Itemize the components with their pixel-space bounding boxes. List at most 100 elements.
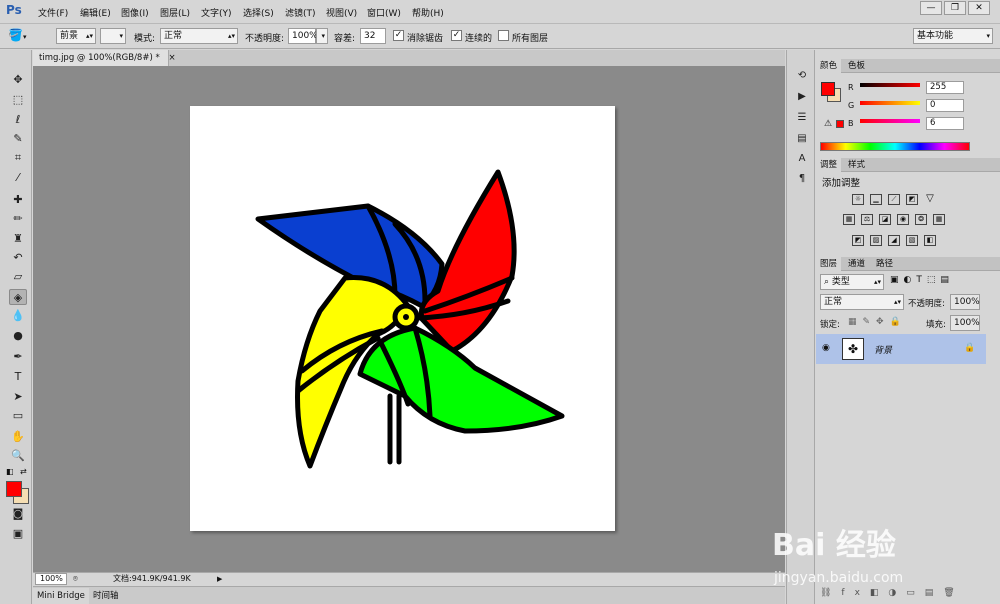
photo-filter-adjust-icon[interactable]: ◉ [897, 214, 909, 225]
pen-tool-icon[interactable]: ✒ [9, 349, 27, 365]
lasso-tool-icon[interactable]: ℓ [9, 112, 27, 128]
clone-stamp-tool-icon[interactable]: ♜ [9, 231, 27, 247]
marquee-tool-icon[interactable]: ⬚ [9, 92, 27, 108]
character-panel-icon[interactable]: A [794, 151, 810, 167]
tab-adjustments[interactable]: 调整 [816, 158, 842, 172]
menu-select[interactable]: 选择(S) [243, 6, 274, 19]
opacity-input[interactable]: 100% [288, 28, 318, 44]
channel-mixer-adjust-icon[interactable]: ❂ [915, 214, 927, 225]
crop-tool-icon[interactable]: ⌗ [9, 150, 27, 166]
restore-button[interactable]: ❐ [944, 1, 966, 15]
layer-filter-icons[interactable]: ▣◐T⬚▤ [890, 275, 954, 285]
hue-sat-adjust-icon[interactable]: ▦ [843, 214, 855, 225]
tab-paths[interactable]: 路径 [872, 257, 897, 271]
color-lookup-adjust-icon[interactable]: ▦ [933, 214, 945, 225]
menu-edit[interactable]: 编辑(E) [80, 6, 111, 19]
type-tool-icon[interactable]: T [9, 369, 27, 385]
menu-type[interactable]: 文字(Y) [201, 6, 232, 19]
blur-tool-icon[interactable]: 💧 [9, 308, 27, 324]
vibrance-adjust-icon[interactable]: ▽ [924, 194, 936, 205]
posterize-adjust-icon[interactable]: ▨ [870, 235, 882, 246]
status-menu-arrow-icon[interactable]: ▶ [217, 573, 222, 585]
dodge-tool-icon[interactable]: ● [9, 328, 27, 344]
brightness-adjust-icon[interactable]: ☼ [852, 194, 864, 205]
menu-image[interactable]: 图像(I) [121, 6, 149, 19]
close-button[interactable]: ✕ [968, 1, 990, 15]
tab-styles[interactable]: 样式 [844, 158, 869, 172]
antialias-checkbox[interactable]: ✓ [393, 30, 404, 41]
tab-channels[interactable]: 通道 [844, 257, 869, 271]
document-tab[interactable]: timg.jpg @ 100%(RGB/8#) * × [33, 50, 176, 66]
tolerance-input[interactable]: 32 [360, 28, 386, 44]
color-panel-foreground-swatch[interactable] [821, 82, 835, 96]
healing-brush-tool-icon[interactable]: ✚ [9, 192, 27, 208]
tab-color[interactable]: 颜色 [816, 59, 842, 73]
quick-mask-icon[interactable]: ◙ [9, 506, 27, 522]
actions-panel-icon[interactable]: ▶ [794, 89, 810, 105]
properties-panel-icon[interactable]: ☰ [794, 110, 810, 126]
workspace-select[interactable]: 基本功能 ▾ [913, 28, 993, 44]
levels-adjust-icon[interactable]: ▁ [870, 194, 882, 205]
shape-tool-icon[interactable]: ▭ [9, 408, 27, 424]
blue-slider[interactable] [860, 119, 920, 123]
red-slider[interactable] [860, 83, 920, 87]
paint-bucket-preset-icon[interactable]: 🪣▾ [8, 28, 38, 45]
threshold-adjust-icon[interactable]: ◢ [888, 235, 900, 246]
menu-view[interactable]: 视图(V) [326, 6, 357, 19]
fill-input[interactable]: 100% [950, 315, 980, 331]
green-value-input[interactable]: 0 [926, 99, 964, 112]
layer-opacity-input[interactable]: 100% [950, 294, 980, 310]
tab-mini-bridge[interactable]: Mini Bridge [33, 588, 89, 604]
tab-timeline[interactable]: 时间轴 [89, 588, 123, 604]
all-layers-checkbox[interactable] [498, 30, 509, 41]
hand-tool-icon[interactable]: ✋ [9, 429, 27, 445]
red-value-input[interactable]: 255 [926, 81, 964, 94]
lock-icons[interactable]: ▦✎✥🔒 [848, 317, 907, 327]
invert-adjust-icon[interactable]: ◩ [852, 235, 864, 246]
menu-filter[interactable]: 滤镜(T) [285, 6, 316, 19]
move-tool-icon[interactable]: ✥ [9, 72, 27, 88]
gamut-swatch[interactable] [836, 120, 844, 128]
quick-select-tool-icon[interactable]: ✎ [9, 131, 27, 147]
warning-icon[interactable]: ⚠ [824, 119, 832, 129]
layer-filter-select[interactable]: ⌕ 类型 ▴▾ [820, 274, 884, 290]
color-balance-adjust-icon[interactable]: ⚖ [861, 214, 873, 225]
brush-presets-panel-icon[interactable]: ▤ [794, 131, 810, 147]
layer-row[interactable]: ◉ ✤ 背景 🔒 [816, 334, 986, 364]
screen-mode-icon[interactable]: ▣ [9, 526, 27, 542]
minimize-button[interactable]: — [920, 1, 942, 15]
menu-help[interactable]: 帮助(H) [412, 6, 444, 19]
opacity-dropdown[interactable]: ▾ [316, 28, 328, 44]
swap-colors-icon[interactable]: ⇄ [20, 467, 27, 476]
tab-layers[interactable]: 图层 [816, 257, 842, 271]
bw-adjust-icon[interactable]: ◪ [879, 214, 891, 225]
eyedropper-tool-icon[interactable]: ⁄ [9, 170, 27, 186]
menu-window[interactable]: 窗口(W) [367, 6, 401, 19]
brush-tool-icon[interactable]: ✏ [9, 211, 27, 227]
blue-value-input[interactable]: 6 [926, 117, 964, 130]
zoom-tool-icon[interactable]: 🔍 [9, 448, 27, 464]
selective-color-adjust-icon[interactable]: ◧ [924, 235, 936, 246]
exposure-adjust-icon[interactable]: ◩ [906, 194, 918, 205]
history-brush-tool-icon[interactable]: ↶ [9, 250, 27, 266]
tab-swatches[interactable]: 色板 [844, 59, 869, 73]
path-select-tool-icon[interactable]: ➤ [9, 389, 27, 405]
document-canvas[interactable] [190, 106, 615, 531]
foreground-color-swatch[interactable] [6, 481, 22, 497]
blend-mode-select[interactable]: 正常 ▴▾ [820, 294, 904, 310]
paint-bucket-tool-icon[interactable]: ◈ [9, 289, 27, 305]
curves-adjust-icon[interactable]: ⟋ [888, 194, 900, 205]
zoom-level-input[interactable]: 100% [35, 573, 67, 585]
visibility-eye-icon[interactable]: ◉ [822, 343, 830, 353]
eraser-tool-icon[interactable]: ▱ [9, 269, 27, 285]
mode-select[interactable]: 正常 ▴▾ [160, 28, 238, 44]
paragraph-panel-icon[interactable]: ¶ [794, 171, 810, 187]
default-colors-icon[interactable]: ◧ [6, 467, 14, 476]
contiguous-checkbox[interactable]: ✓ [451, 30, 462, 41]
menu-layer[interactable]: 图层(L) [160, 6, 190, 19]
fill-source-select[interactable]: 前景 ▴▾ [56, 28, 96, 44]
pattern-picker[interactable]: ▾ [100, 28, 126, 44]
status-icon[interactable]: ⌾ [73, 573, 78, 585]
close-tab-icon[interactable]: × [168, 53, 175, 63]
history-panel-icon[interactable]: ⟲ [794, 68, 810, 84]
